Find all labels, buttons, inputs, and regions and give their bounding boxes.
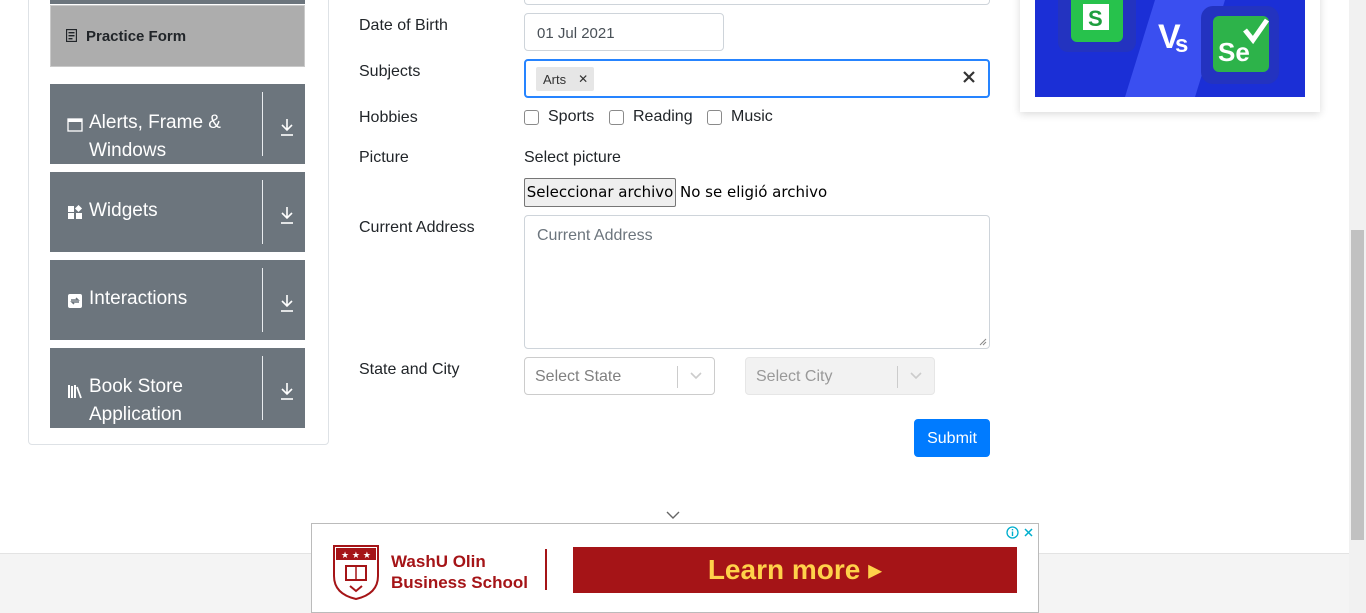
interactions-icon bbox=[68, 294, 82, 308]
address-placeholder: Current Address bbox=[537, 227, 653, 244]
chevron-down-icon bbox=[690, 372, 702, 380]
learn-more-button[interactable]: Learn more ▸ bbox=[573, 547, 1017, 593]
katalon-vs-selenium-graphic: S V s Se bbox=[1058, 0, 1279, 97]
sidebar-group-label: Alerts, Frame & Windows bbox=[89, 112, 221, 161]
state-city-label: State and City bbox=[359, 361, 460, 378]
select-separator bbox=[677, 366, 678, 388]
widgets-icon bbox=[68, 205, 83, 219]
svg-text:Se: Se bbox=[1218, 37, 1250, 67]
ad-org-line: WashU Olin bbox=[391, 552, 486, 571]
reading-checkbox[interactable] bbox=[609, 109, 624, 125]
ad-org-line: Business School bbox=[391, 573, 528, 592]
svg-text:s: s bbox=[1175, 31, 1188, 58]
divider bbox=[262, 268, 263, 332]
sidebar-group-bottom-edge bbox=[50, 0, 305, 4]
page: Practice Form Alerts, Frame & Windows Wi… bbox=[0, 0, 1366, 613]
resize-handle-icon[interactable] bbox=[979, 338, 987, 346]
clear-icon[interactable] bbox=[962, 70, 976, 84]
submit-button[interactable]: Submit bbox=[914, 419, 990, 457]
choose-file-button[interactable]: Seleccionar archivo bbox=[524, 178, 676, 207]
sidebar-group-widgets[interactable]: Widgets bbox=[50, 172, 305, 252]
dob-label: Date of Birth bbox=[359, 17, 448, 34]
subject-chip-label: Arts bbox=[543, 71, 567, 87]
svg-text:★ ★ ★: ★ ★ ★ bbox=[341, 551, 371, 561]
city-select[interactable]: Select City bbox=[745, 357, 935, 395]
divider bbox=[262, 180, 263, 244]
remove-chip-icon[interactable]: ✕ bbox=[572, 72, 594, 86]
subjects-label: Subjects bbox=[359, 63, 421, 80]
hobby-reading[interactable]: Reading bbox=[609, 108, 693, 126]
subjects-input[interactable]: Arts ✕ bbox=[524, 59, 990, 98]
sidebar-item-practice-form[interactable]: Practice Form bbox=[50, 5, 305, 67]
form-icon bbox=[66, 29, 77, 42]
state-placeholder: Select State bbox=[535, 368, 622, 385]
ad-close-icon[interactable] bbox=[1022, 526, 1035, 539]
hobby-label: Sports bbox=[548, 108, 595, 125]
hobby-sports[interactable]: Sports bbox=[524, 108, 594, 126]
download-icon bbox=[281, 119, 293, 136]
subject-chip: Arts ✕ bbox=[536, 67, 595, 91]
divider bbox=[262, 356, 263, 420]
hobby-music[interactable]: Music bbox=[707, 108, 773, 126]
select-picture-text: Select picture bbox=[524, 149, 621, 166]
sidebar-group-label: Interactions bbox=[89, 288, 188, 309]
chevron-down-icon bbox=[910, 372, 922, 380]
ad-org-name: WashU Olin Business School bbox=[391, 551, 528, 593]
hobby-label: Reading bbox=[633, 108, 693, 125]
file-status: No se eligió archivo bbox=[680, 183, 828, 201]
bottom-ad[interactable]: ★ ★ ★ WashU Olin Business School Learn m… bbox=[311, 523, 1039, 613]
svg-text:S: S bbox=[1088, 6, 1103, 31]
ad-banner-image[interactable]: S V s Se bbox=[1035, 0, 1305, 97]
sidebar-item-label: Practice Form bbox=[86, 28, 187, 45]
download-icon bbox=[281, 207, 293, 224]
current-address-textarea[interactable]: Current Address bbox=[524, 215, 990, 349]
sidebar-group-book-store[interactable]: Book Store Application bbox=[50, 348, 305, 428]
ad-info-icon[interactable] bbox=[1006, 526, 1019, 539]
address-label: Current Address bbox=[359, 219, 475, 236]
previous-field[interactable] bbox=[524, 0, 990, 5]
hobby-label: Music bbox=[731, 108, 773, 125]
books-icon bbox=[68, 385, 82, 399]
state-select[interactable]: Select State bbox=[524, 357, 715, 395]
city-placeholder: Select City bbox=[756, 368, 833, 385]
sidebar-group-label: Widgets bbox=[89, 200, 158, 221]
sports-checkbox[interactable] bbox=[524, 109, 539, 125]
window-icon bbox=[67, 118, 83, 132]
download-icon bbox=[281, 295, 293, 312]
ad-divider bbox=[545, 549, 547, 590]
washu-seal-logo: ★ ★ ★ bbox=[333, 545, 379, 600]
chevron-down-icon[interactable] bbox=[666, 510, 680, 520]
picture-label: Picture bbox=[359, 149, 409, 166]
sidebar-group-interactions[interactable]: Interactions bbox=[50, 260, 305, 340]
select-separator bbox=[897, 366, 898, 388]
dob-input[interactable]: 01 Jul 2021 bbox=[524, 13, 724, 51]
scrollbar-thumb[interactable] bbox=[1351, 230, 1364, 540]
music-checkbox[interactable] bbox=[707, 109, 722, 125]
sidebar-group-label: Book Store Application bbox=[89, 376, 183, 425]
download-icon bbox=[281, 383, 293, 400]
hobbies-label: Hobbies bbox=[359, 109, 418, 126]
divider bbox=[262, 92, 263, 156]
sidebar-group-alerts[interactable]: Alerts, Frame & Windows bbox=[50, 84, 305, 164]
